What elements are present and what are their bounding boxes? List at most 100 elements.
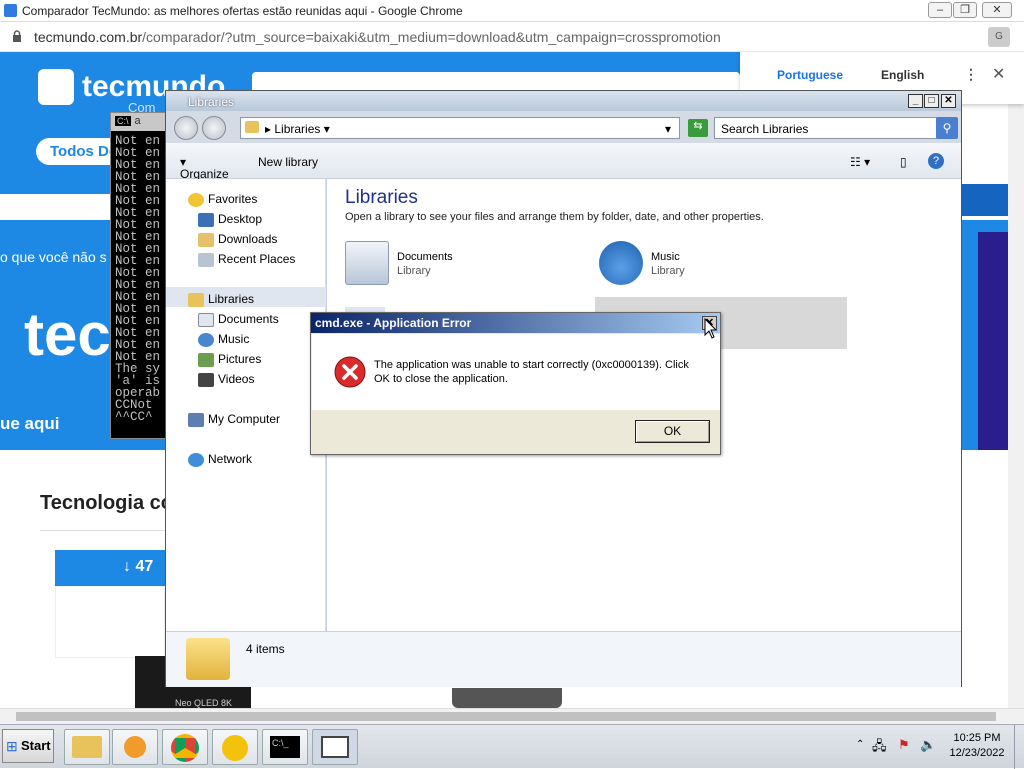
nav-pictures[interactable]: Pictures [198, 352, 261, 367]
taskbar-cmd-icon[interactable]: C:\_ [262, 729, 308, 765]
clock-date: 12/23/2022 [949, 747, 1005, 759]
forward-button[interactable] [202, 116, 226, 140]
libraries-icon [188, 292, 204, 307]
promo-text: o que você não s [0, 249, 107, 265]
ok-button[interactable]: OK [635, 420, 710, 443]
url-text[interactable]: tecmundo.com.br/comparador/?utm_source=b… [34, 29, 721, 45]
organize-button[interactable]: Organize ▾ [180, 155, 229, 181]
dialog-title: cmd.exe - Application Error [311, 313, 720, 333]
nav-desktop[interactable]: Desktop [198, 212, 262, 227]
section-heading: Tecnologia co [40, 492, 173, 514]
scrollbar-thumb[interactable] [16, 712, 996, 721]
explorer-minimize-button[interactable]: _ [908, 94, 923, 108]
videos-icon [198, 372, 214, 387]
music-library-item[interactable]: Music Library [599, 241, 829, 289]
show-hidden-icons[interactable]: ⌃ [856, 739, 864, 750]
music-library-icon [599, 241, 643, 285]
address-bar[interactable]: tecmundo.com.br/comparador/?utm_source=b… [0, 22, 1024, 52]
search-input[interactable]: Search Libraries [714, 117, 956, 139]
taskbar-window-icon[interactable] [312, 729, 358, 765]
side-banner [962, 184, 1008, 216]
navigation-pane: Favorites Desktop Downloads Recent Place… [166, 179, 326, 631]
taskbar-chrome-icon[interactable] [162, 729, 208, 765]
dialog-body: The application was unable to start corr… [312, 334, 720, 410]
back-button[interactable] [174, 116, 198, 140]
show-desktop-button[interactable] [1014, 725, 1024, 769]
star-icon [188, 192, 204, 207]
refresh-icon[interactable]: ⇆ [688, 119, 708, 137]
taskbar-media-player-icon[interactable] [112, 729, 158, 765]
help-icon[interactable]: ? [928, 153, 944, 169]
volume-icon[interactable]: 🔈 [920, 737, 936, 753]
music-icon [198, 332, 214, 347]
tecmundo-logo-icon [38, 69, 74, 105]
lock-icon [13, 30, 21, 42]
new-library-button[interactable]: New library [258, 155, 318, 169]
clock-time: 10:25 PM [953, 732, 1001, 744]
explorer-maximize-button[interactable]: □ [924, 94, 939, 108]
explorer-title-bar: Libraries _ □ ✕ [166, 91, 961, 111]
cmd-icon: C:\ [115, 116, 131, 126]
error-message: The application was unable to start corr… [374, 359, 689, 385]
promo-cta[interactable]: ue aqui [0, 414, 60, 434]
explorer-nav-bar: ▸ Libraries ▾ ▾ ⇆ Search Libraries ⚲ [166, 111, 961, 143]
nav-my-computer[interactable]: My Computer [188, 412, 280, 427]
taskbar: Start ⊞ C:\_ ⌃ 🖧 ⚑ 🔈 10:25 PM 12/23/2022 [0, 724, 1024, 769]
chrome-tab-icon [4, 4, 17, 17]
view-options-icon[interactable]: ☷ ▾ [850, 155, 870, 169]
libraries-subheading: Open a library to see your files and arr… [345, 211, 764, 223]
minimize-button[interactable]: – [928, 2, 952, 18]
library-type: Library [397, 265, 431, 277]
product-card[interactable] [55, 586, 165, 658]
action-center-icon[interactable]: ⚑ [898, 737, 910, 753]
computer-icon [188, 412, 204, 427]
error-icon [334, 356, 366, 388]
path-dropdown-icon[interactable]: ▾ [665, 122, 671, 136]
browser-title-bar: Comparador TecMundo: as melhores ofertas… [0, 0, 1024, 22]
nav-network[interactable]: Network [188, 452, 252, 467]
close-button[interactable]: ✕ [982, 2, 1012, 18]
details-pane: 4 items [166, 631, 961, 687]
side-promo [978, 232, 1008, 450]
explorer-title: Libraries [188, 95, 235, 109]
error-dialog[interactable]: cmd.exe - Application Error ✕ The applic… [310, 312, 721, 455]
library-name: Music [651, 251, 680, 263]
clock[interactable]: 10:25 PM 12/23/2022 [944, 731, 1010, 761]
nav-libraries[interactable]: Libraries [188, 292, 254, 307]
translate-icon[interactable]: G [988, 27, 1010, 47]
nav-videos[interactable]: Videos [198, 372, 254, 387]
preview-pane-icon[interactable]: ▯ [900, 155, 907, 169]
translate-portuguese[interactable]: Portuguese [777, 68, 843, 82]
nav-music[interactable]: Music [198, 332, 249, 347]
pictures-icon [198, 352, 214, 367]
libraries-large-icon [186, 638, 230, 680]
taskbar-explorer-icon[interactable] [64, 729, 110, 765]
nav-favorites[interactable]: Favorites [188, 192, 257, 207]
more-vert-icon[interactable]: ⋮ [964, 66, 978, 83]
restore-button[interactable]: ❐ [953, 2, 977, 18]
taskbar-app-icon[interactable] [212, 729, 258, 765]
nav-documents[interactable]: Documents [198, 312, 279, 327]
nav-recent-places[interactable]: Recent Places [198, 252, 295, 267]
explorer-close-button[interactable]: ✕ [941, 94, 956, 108]
discount-badge: ↓ 47 [55, 550, 165, 586]
network-tray-icon[interactable]: 🖧 [872, 737, 887, 759]
close-icon[interactable]: ✕ [992, 64, 1005, 84]
documents-library-item[interactable]: Documents Library [345, 241, 575, 289]
downloads-icon [198, 232, 214, 247]
libraries-heading: Libraries [345, 187, 418, 208]
horizontal-scrollbar[interactable] [0, 708, 1024, 724]
cmd-output: Not en Not en Not en Not en Not en Not e… [115, 134, 161, 424]
windows-logo-icon: ⊞ [6, 738, 18, 754]
nav-downloads[interactable]: Downloads [198, 232, 277, 247]
cmd-window[interactable]: C:\ a Not en Not en Not en Not en Not en … [110, 112, 166, 439]
library-name: Documents [397, 251, 453, 263]
translate-english[interactable]: English [881, 68, 924, 82]
mouse-cursor-icon [704, 318, 718, 339]
documents-icon [198, 312, 214, 327]
search-icon[interactable]: ⚲ [936, 117, 958, 139]
vertical-scrollbar[interactable] [1008, 52, 1024, 708]
library-type: Library [651, 265, 685, 277]
path-box[interactable]: ▸ Libraries ▾ ▾ [240, 117, 680, 139]
cmd-title-bar: C:\ a [111, 113, 165, 131]
